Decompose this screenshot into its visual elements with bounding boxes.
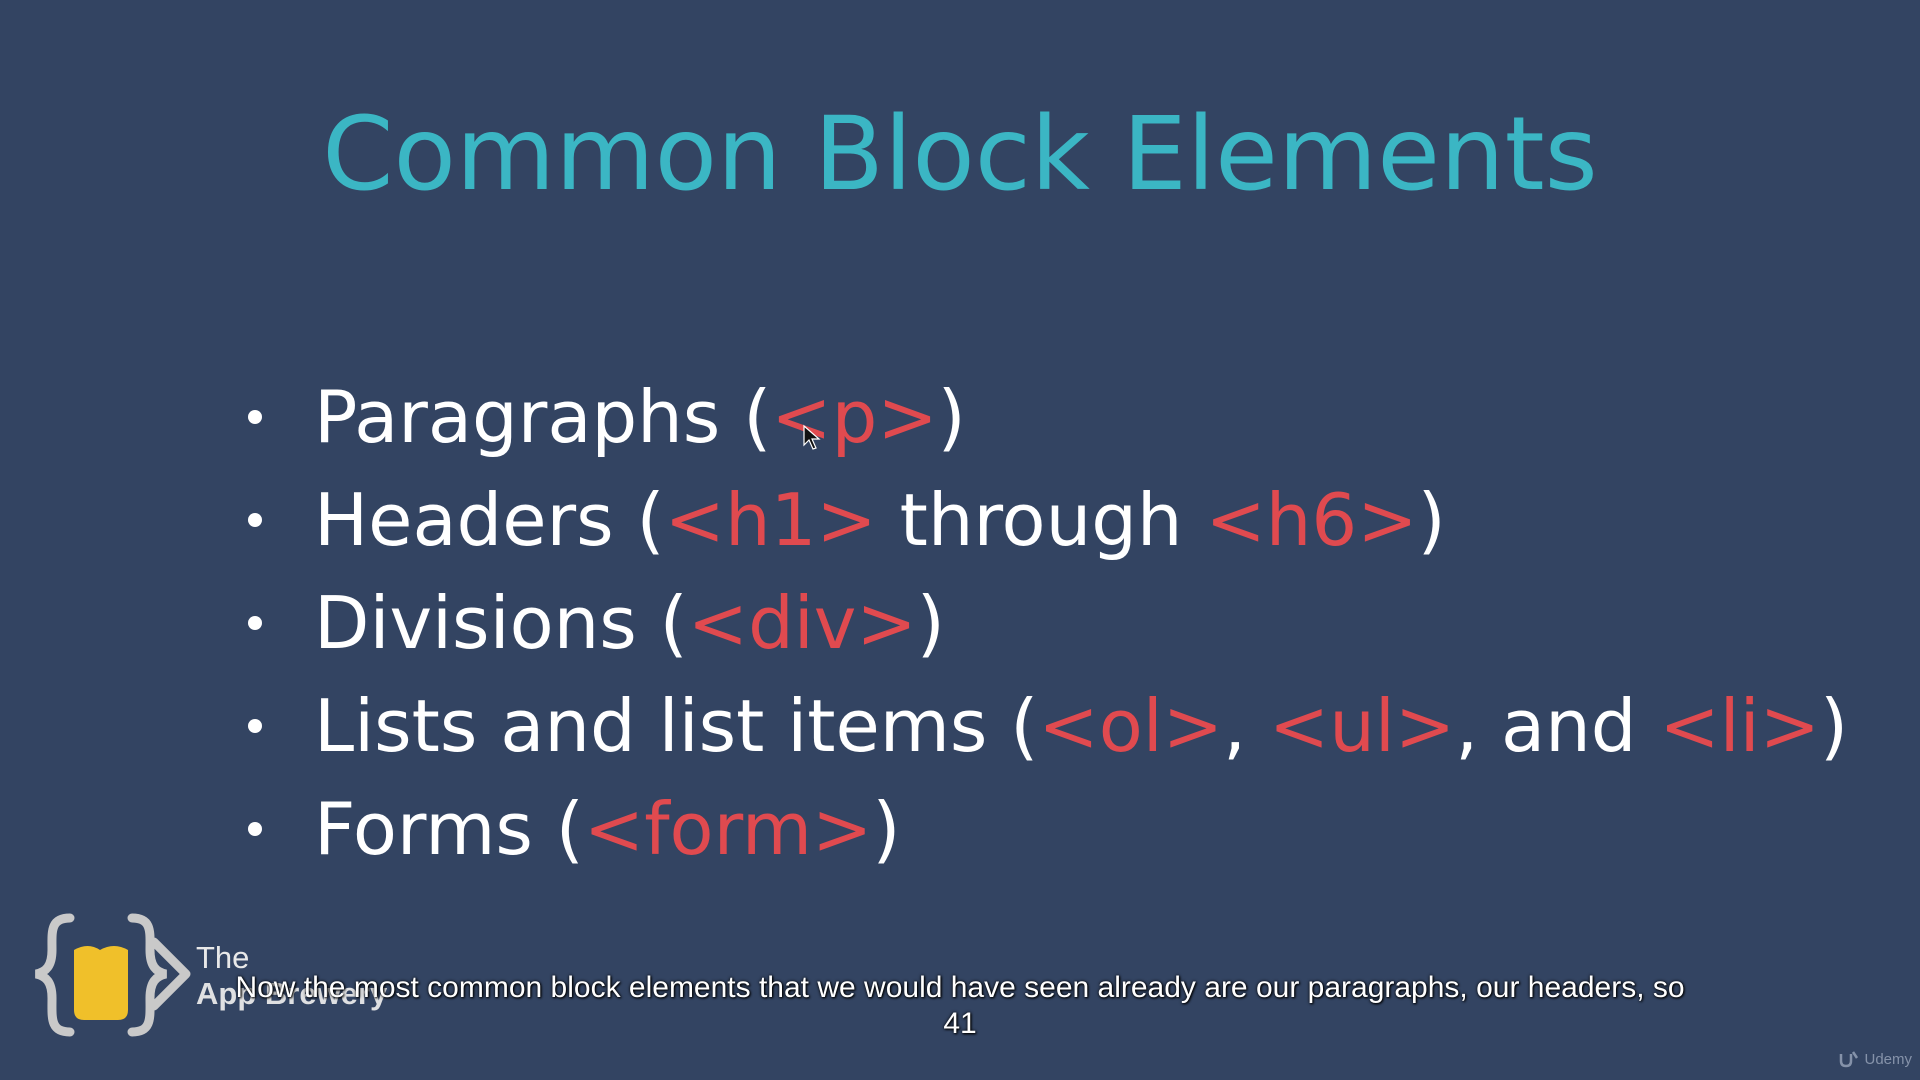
bullet-text: ) bbox=[1820, 683, 1849, 768]
bullet-dot-icon bbox=[248, 821, 262, 836]
bullet-text: ) bbox=[937, 374, 966, 459]
bullet-item: Divisions (<div>) bbox=[248, 571, 1848, 674]
bullet-dot-icon bbox=[248, 615, 262, 630]
html-tag-text: <div> bbox=[687, 580, 917, 665]
bullet-list: Paragraphs (<p>) Headers (<h1> through <h… bbox=[248, 365, 1848, 880]
bullet-text: , bbox=[1223, 683, 1269, 768]
udemy-watermark: Udemy bbox=[1839, 1050, 1912, 1068]
bullet-text: through bbox=[876, 477, 1206, 562]
bullet-text: Forms ( bbox=[314, 786, 584, 871]
udemy-label: Udemy bbox=[1864, 1050, 1912, 1068]
html-tag-text: <ol> bbox=[1038, 683, 1224, 768]
bullet-dot-icon bbox=[248, 718, 262, 733]
bullet-text: Lists and list items ( bbox=[314, 683, 1039, 768]
html-tag-text: <form> bbox=[583, 786, 873, 871]
video-caption: Now the most common block elements that … bbox=[0, 970, 1920, 1042]
html-tag-text: <ul> bbox=[1268, 683, 1456, 768]
bullet-text: ) bbox=[872, 786, 901, 871]
bullet-text: , and bbox=[1455, 683, 1660, 768]
html-tag-text: <li> bbox=[1659, 683, 1820, 768]
slide-title: Common Block Elements bbox=[322, 95, 1598, 214]
udemy-logo-icon bbox=[1840, 1051, 1859, 1068]
caption-line-1: Now the most common block elements that … bbox=[235, 971, 1685, 1004]
video-slide: Common Block Elements Paragraphs (<p>) He… bbox=[0, 0, 1920, 1080]
bullet-text: Headers ( bbox=[314, 477, 665, 562]
bullet-dot-icon bbox=[248, 409, 262, 424]
bullet-text: Paragraphs ( bbox=[314, 374, 772, 459]
bullet-text: ) bbox=[1417, 477, 1446, 562]
bullet-dot-icon bbox=[248, 512, 262, 527]
bullet-text: ) bbox=[916, 580, 945, 665]
bullet-item: Paragraphs (<p>) bbox=[248, 365, 1848, 468]
bullet-item: Headers (<h1> through <h6>) bbox=[248, 468, 1848, 571]
mouse-cursor-icon bbox=[803, 424, 821, 450]
bullet-item: Lists and list items (<ol>, <ul>, and <l… bbox=[248, 674, 1848, 777]
html-tag-text: <h6> bbox=[1205, 477, 1418, 562]
caption-line-2: 41 bbox=[943, 1007, 977, 1040]
bullet-item: Forms (<form>) bbox=[248, 777, 1848, 880]
html-tag-text: <p> bbox=[771, 374, 938, 459]
bullet-text: Divisions ( bbox=[314, 580, 688, 665]
html-tag-text: <h1> bbox=[664, 477, 877, 562]
